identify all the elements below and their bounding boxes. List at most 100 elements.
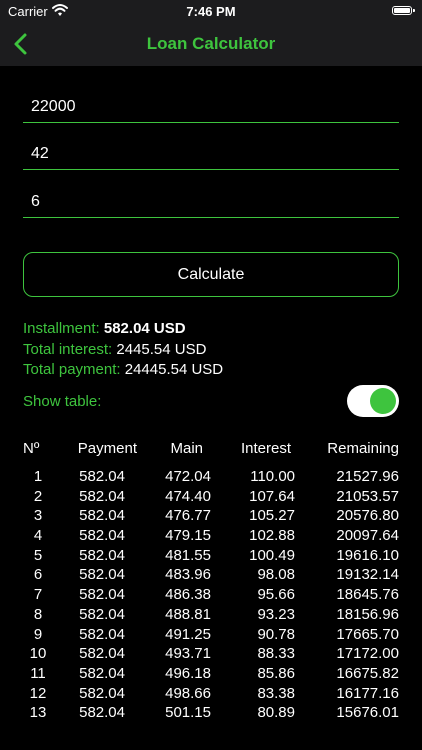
row-interest: 110.00 [250, 468, 295, 485]
row-remaining: 20576.80 [336, 507, 399, 525]
row-number: 2 [33, 487, 43, 505]
row-number: 12 [29, 684, 47, 702]
row-interest: 83.38 [257, 684, 295, 702]
row-remaining: 20097.64 [336, 527, 399, 545]
row-main: 501.15 [165, 704, 211, 722]
amortization-table[interactable]: Nº Payment Main Interest Remaining 1 582.… [23, 440, 399, 726]
row-main: 479.15 [165, 527, 211, 545]
row-payment: 582.04 [79, 468, 125, 485]
header-interest: Interest [240, 440, 291, 457]
show-table-label: Show table: [23, 393, 102, 410]
row-remaining: 15676.01 [336, 704, 399, 722]
row-interest: 95.66 [257, 586, 295, 604]
navigation-bar: Loan Calculator [0, 22, 422, 66]
installment-label: Installment: [23, 320, 100, 337]
table-row: 1 582.04 472.04 110.00 21527.96 [23, 468, 399, 488]
row-payment: 582.04 [79, 527, 125, 545]
row-remaining: 16177.16 [336, 684, 399, 702]
row-payment: 582.04 [79, 704, 125, 722]
row-number: 1 [33, 468, 43, 485]
total-payment-label: Total payment: [23, 361, 121, 378]
header-number: Nº [23, 440, 40, 457]
table-row: 6 582.04 483.96 98.08 19132.14 [23, 566, 399, 586]
row-interest: 102.88 [249, 527, 295, 545]
row-remaining: 16675.82 [336, 664, 399, 682]
row-main: 493.71 [165, 645, 211, 663]
row-main: 483.96 [165, 566, 211, 584]
clock: 7:46 PM [186, 4, 236, 19]
table-row: 2 582.04 474.40 107.64 21053.57 [23, 488, 399, 508]
show-table-toggle[interactable] [347, 385, 399, 417]
table-row: 12 582.04 498.66 83.38 16177.16 [23, 685, 399, 705]
row-interest: 100.49 [249, 546, 295, 564]
row-payment: 582.04 [79, 487, 125, 505]
header-remaining: Remaining [327, 440, 399, 457]
page-title: Loan Calculator [146, 34, 276, 53]
row-main: 486.38 [165, 586, 211, 604]
row-payment: 582.04 [79, 507, 125, 525]
table-row: 11 582.04 496.18 85.86 16675.82 [23, 665, 399, 685]
toggle-knob [370, 388, 396, 414]
table-row: 9 582.04 491.25 90.78 17665.70 [23, 626, 399, 646]
row-number: 11 [30, 664, 46, 682]
calculate-button[interactable]: Calculate [23, 252, 399, 297]
table-row: 4 582.04 479.15 102.88 20097.64 [23, 527, 399, 547]
header-payment: Payment [77, 440, 137, 457]
row-remaining: 17172.00 [336, 645, 399, 663]
row-number: 5 [33, 546, 43, 564]
row-number: 8 [33, 605, 43, 623]
row-remaining: 18645.76 [336, 586, 399, 604]
row-main: 491.25 [165, 625, 211, 643]
interest-rate-field[interactable] [23, 186, 399, 218]
table-row: 5 582.04 481.55 100.49 19616.10 [23, 547, 399, 567]
row-interest: 93.23 [257, 605, 295, 623]
table-row: 13 582.04 501.15 80.89 15676.01 [23, 704, 399, 724]
table-row: 8 582.04 488.81 93.23 18156.96 [23, 606, 399, 626]
row-payment: 582.04 [79, 546, 125, 564]
row-remaining: 21527.96 [336, 468, 399, 485]
row-number: 9 [33, 625, 43, 643]
total-interest-value: 2445.54 USD [116, 341, 207, 358]
row-main: 488.81 [165, 605, 211, 623]
header-main: Main [170, 440, 203, 457]
total-interest-label: Total interest: [23, 341, 113, 358]
chevron-left-icon[interactable] [6, 28, 38, 60]
row-main: 476.77 [165, 507, 211, 525]
row-payment: 582.04 [79, 645, 125, 663]
row-interest: 80.89 [257, 704, 295, 722]
table-row: 7 582.04 486.38 95.66 18645.76 [23, 586, 399, 606]
table-row: 10 582.04 493.71 88.33 17172.00 [23, 645, 399, 665]
row-remaining: 17665.70 [336, 625, 399, 643]
row-remaining: 19132.14 [336, 566, 399, 584]
row-payment: 582.04 [79, 664, 125, 682]
table-row: 3 582.04 476.77 105.27 20576.80 [23, 507, 399, 527]
row-interest: 105.27 [249, 507, 295, 525]
row-main: 474.40 [165, 487, 211, 505]
row-number: 7 [33, 586, 43, 604]
row-main: 472.04 [165, 468, 211, 485]
installment-summary: Installment: 582.04 USD [23, 320, 186, 337]
row-payment: 582.04 [79, 605, 125, 623]
row-payment: 582.04 [79, 684, 125, 702]
row-interest: 88.33 [257, 645, 295, 663]
row-main: 481.55 [165, 546, 211, 564]
row-payment: 582.04 [79, 625, 125, 643]
row-remaining: 18156.96 [336, 605, 399, 623]
loan-months-field[interactable] [23, 138, 399, 170]
row-number: 13 [29, 704, 47, 722]
row-main: 498.66 [165, 684, 211, 702]
row-remaining: 21053.57 [336, 487, 399, 505]
row-number: 10 [29, 645, 47, 663]
row-remaining: 19616.10 [336, 546, 399, 564]
row-payment: 582.04 [79, 566, 125, 584]
loan-amount-field[interactable] [23, 91, 399, 123]
interest-summary: Total interest: 2445.54 USD [23, 341, 206, 358]
total-payment-value: 24445.54 USD [124, 361, 224, 378]
payment-summary: Total payment: 24445.54 USD [23, 361, 223, 378]
row-number: 6 [33, 566, 43, 584]
status-bar: Carrier 7:46 PM [0, 0, 422, 22]
row-number: 4 [33, 527, 43, 545]
table-header: Nº Payment Main Interest Remaining [23, 440, 399, 468]
row-interest: 90.78 [257, 625, 295, 643]
battery-icon [392, 6, 415, 15]
